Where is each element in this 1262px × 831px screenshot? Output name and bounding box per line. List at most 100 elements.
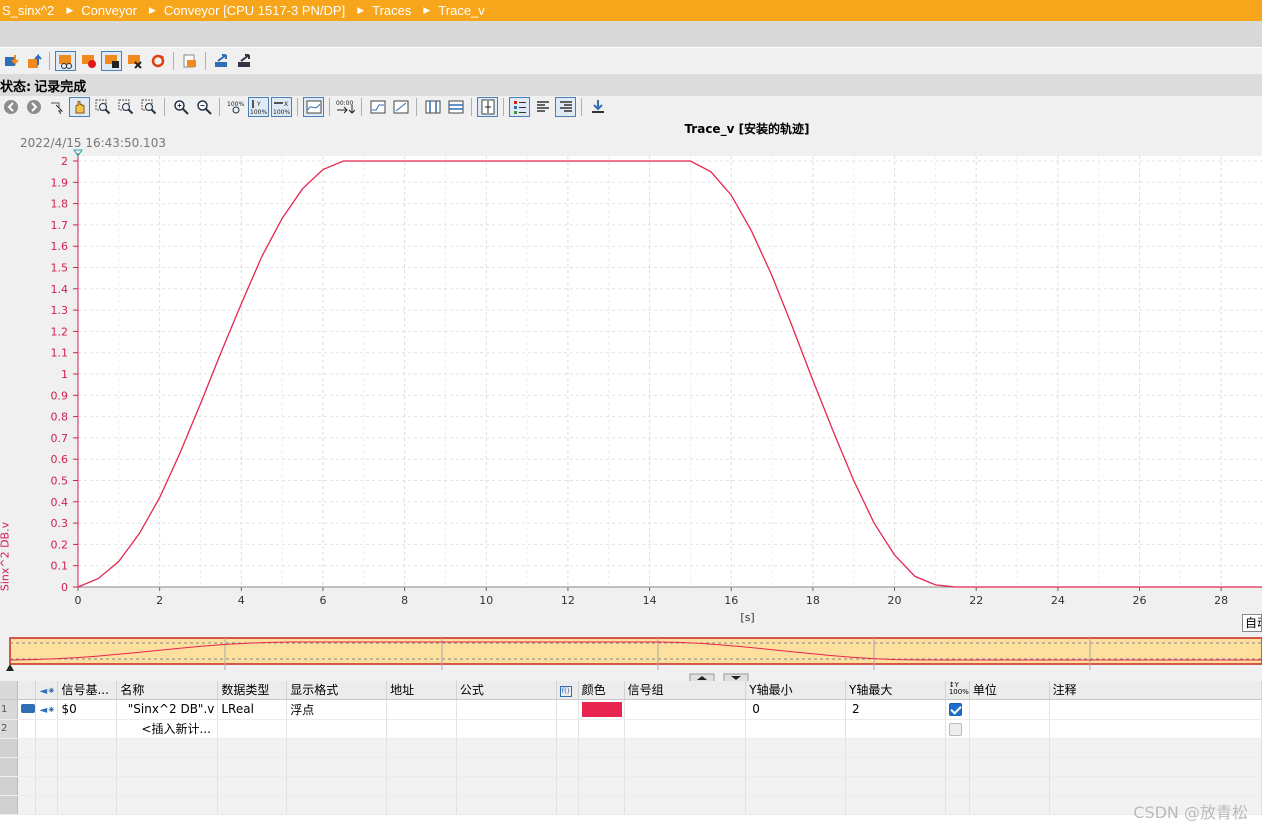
table-row[interactable]: 1 ◄⁕ $0 "Sinx^2 DB".v LReal 浮点 0 2	[0, 699, 1262, 720]
align-left-icon[interactable]	[532, 97, 553, 117]
zoom-in-icon[interactable]	[170, 97, 191, 117]
export-icon[interactable]	[179, 51, 200, 71]
cell-y-max[interactable]: 2	[845, 699, 946, 720]
cell-y-min[interactable]	[745, 719, 847, 739]
cell-datatype[interactable]	[217, 719, 288, 739]
cell-signal-group[interactable]	[624, 719, 747, 739]
header-name[interactable]: 名称	[116, 681, 219, 700]
cell-y-min[interactable]: 0	[745, 699, 847, 720]
breadcrumb-item-station[interactable]: Conveyor	[79, 3, 139, 18]
x-tick-label: 24	[1051, 594, 1065, 607]
header-comment[interactable]: 注释	[1049, 681, 1262, 700]
back-icon[interactable]	[0, 97, 21, 117]
vertical-cursor-icon[interactable]	[422, 97, 443, 117]
compare-icon[interactable]	[234, 51, 255, 71]
record-repeat-icon[interactable]	[147, 51, 168, 71]
x-tick-label: 2	[156, 594, 163, 607]
autoscale-icon[interactable]	[303, 97, 324, 117]
curve-line-icon[interactable]	[390, 97, 411, 117]
legend-icon[interactable]	[509, 97, 530, 117]
table-row[interactable]: 2 <插入新计...	[0, 719, 1262, 739]
zoom-area-icon[interactable]	[92, 97, 113, 117]
zoom-y-icon[interactable]	[138, 97, 159, 117]
cell-signal-group[interactable]	[624, 699, 747, 720]
checkbox-unchecked[interactable]	[948, 722, 962, 736]
header-datatype[interactable]: 数据类型	[217, 681, 288, 700]
header-signal-base[interactable]: 信号基...	[57, 681, 118, 700]
color-swatch[interactable]	[581, 701, 622, 717]
x-tick-label: 14	[643, 594, 657, 607]
overview-chart[interactable]	[0, 634, 1262, 682]
curve-step-icon[interactable]	[367, 97, 388, 117]
header-speaker-icon: ◄⁕	[35, 681, 59, 700]
zoom-out-icon[interactable]	[193, 97, 214, 117]
header-y-max[interactable]: Y轴最大	[845, 681, 946, 700]
breadcrumb-item-project[interactable]: S_sinx^2	[0, 3, 56, 18]
header-address[interactable]: 地址	[386, 681, 457, 700]
record-start-icon[interactable]	[78, 51, 99, 71]
checkbox-checked[interactable]	[948, 703, 962, 716]
select-icon[interactable]	[46, 97, 67, 117]
header-signal-group[interactable]: 信号组	[624, 681, 747, 700]
speaker-icon[interactable]: ◄⁕	[35, 699, 59, 720]
forward-icon[interactable]	[23, 97, 44, 117]
cell-unit[interactable]	[969, 699, 1050, 720]
cell-unit[interactable]	[969, 719, 1050, 739]
horizontal-cursor-icon[interactable]	[445, 97, 466, 117]
cell-y-max[interactable]	[845, 719, 946, 739]
zoom-100-icon[interactable]: 100%	[225, 97, 246, 117]
auto-button[interactable]: 自动	[1242, 614, 1262, 632]
zoom-y-100-icon[interactable]: Y 100%	[248, 97, 269, 117]
zoom-x-icon[interactable]	[115, 97, 136, 117]
x-tick-label: 22	[969, 594, 983, 607]
cell-display-format[interactable]	[286, 719, 388, 739]
align-right-icon[interactable]	[555, 97, 576, 117]
cell-formula-flag[interactable]	[556, 699, 579, 720]
download-to-device-icon[interactable]	[0, 51, 21, 71]
cell-name[interactable]: "Sinx^2 DB".v	[116, 699, 219, 720]
upload-from-device-icon[interactable]	[23, 51, 44, 71]
cell-address[interactable]	[386, 699, 457, 720]
cell-display-format[interactable]: 浮点	[286, 699, 388, 720]
cell-color[interactable]	[578, 719, 625, 739]
zoom-x-100-icon[interactable]: X 100%	[271, 97, 292, 117]
header-formula[interactable]: 公式	[456, 681, 557, 700]
cell-address[interactable]	[386, 719, 457, 739]
y-tick-label: 0.8	[51, 411, 69, 424]
y-tick-label: 1.5	[51, 262, 69, 275]
cell-comment[interactable]	[1049, 699, 1262, 720]
cell-y-scale-checkbox[interactable]	[945, 699, 970, 720]
svg-text:100%: 100%	[273, 109, 290, 115]
export-csv-icon[interactable]	[587, 97, 608, 117]
cell-formula-flag[interactable]	[556, 719, 579, 739]
y-tick-label: 0	[61, 581, 68, 594]
cell-color[interactable]	[578, 699, 625, 720]
speaker-icon	[35, 719, 59, 739]
header-color[interactable]: 颜色	[578, 681, 625, 700]
breadcrumb-item-traces[interactable]: Traces	[370, 3, 413, 18]
record-stop-icon[interactable]	[101, 51, 122, 71]
header-display-format[interactable]: 显示格式	[286, 681, 388, 700]
header-unit[interactable]: 单位	[969, 681, 1050, 700]
add-measurement-icon[interactable]	[211, 51, 232, 71]
cell-formula[interactable]	[456, 699, 557, 720]
pan-hand-icon[interactable]	[69, 97, 90, 117]
breadcrumb-item-cpu[interactable]: Conveyor [CPU 1517-3 PN/DP]	[162, 3, 347, 18]
cell-datatype[interactable]: LReal	[217, 699, 288, 720]
cell-comment[interactable]	[1049, 719, 1262, 739]
overview-start-marker-icon[interactable]	[6, 664, 14, 671]
time-scale-icon[interactable]: 00:00	[335, 97, 356, 117]
cell-signal-base[interactable]	[57, 719, 118, 739]
cell-formula[interactable]	[456, 719, 557, 739]
trace-chart[interactable]: 0 2 4 6 8 10 12 14 16 18 20 22 24 26 2800.10.20.30.40.…	[0, 118, 1262, 634]
cell-y-scale-checkbox[interactable]	[945, 719, 970, 739]
signal-table-grid: ◄⁕ 信号基... 名称 数据类型 显示格式 地址 公式 f() 颜色 信号组 …	[0, 681, 1262, 815]
header-y-min[interactable]: Y轴最小	[745, 681, 847, 700]
record-settings-icon[interactable]	[55, 51, 76, 71]
record-delete-icon[interactable]	[124, 51, 145, 71]
cell-name-insert[interactable]: <插入新计...	[116, 719, 219, 739]
breadcrumb-item-trace[interactable]: Trace_v	[436, 3, 486, 18]
measure-icon[interactable]	[477, 97, 498, 117]
x-tick-label: 10	[479, 594, 493, 607]
cell-signal-base[interactable]: $0	[57, 699, 118, 720]
